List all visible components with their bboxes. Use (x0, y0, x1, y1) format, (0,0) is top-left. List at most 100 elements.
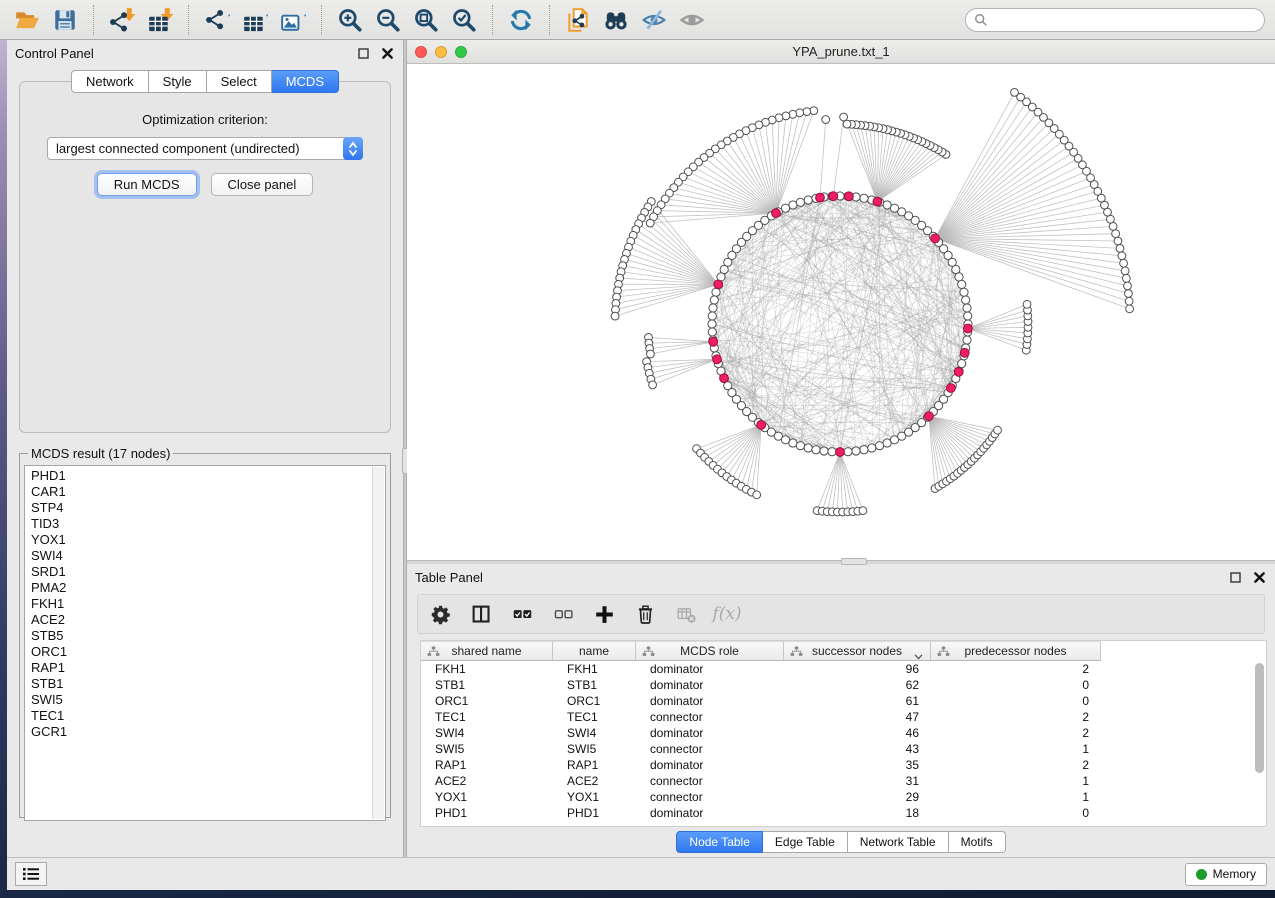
network-node[interactable] (611, 312, 619, 320)
mcds-node[interactable] (816, 193, 825, 202)
table-row[interactable]: YOX1YOX1connector291 (421, 789, 1266, 805)
network-node[interactable] (803, 108, 811, 116)
memory-button[interactable]: Memory (1185, 863, 1267, 886)
network-node[interactable] (843, 120, 851, 128)
result-node[interactable]: TID3 (31, 516, 385, 532)
tab-network-table[interactable]: Network Table (848, 831, 949, 853)
network-node[interactable] (883, 201, 891, 209)
result-node[interactable]: TEC1 (31, 708, 385, 724)
network-node[interactable] (649, 381, 657, 389)
result-node[interactable]: STB1 (31, 676, 385, 692)
find-network-button[interactable] (599, 4, 633, 36)
tab-mcds[interactable]: MCDS (272, 70, 339, 93)
select-all-button[interactable] (510, 602, 534, 626)
network-node[interactable] (860, 446, 868, 454)
network-node[interactable] (958, 280, 966, 288)
result-node[interactable]: FKH1 (31, 596, 385, 612)
result-node[interactable]: ORC1 (31, 644, 385, 660)
show-panels-button[interactable] (675, 4, 709, 36)
network-node[interactable] (646, 219, 654, 227)
float-panel-icon[interactable] (1227, 569, 1243, 585)
network-node[interactable] (822, 116, 830, 124)
refresh-button[interactable] (504, 4, 538, 36)
export-network-button[interactable] (200, 4, 234, 36)
float-panel-icon[interactable] (355, 45, 371, 61)
tab-motifs[interactable]: Motifs (949, 831, 1006, 853)
hide-panels-button[interactable] (637, 4, 671, 36)
column-header-MCDS-role[interactable]: MCDS role (636, 641, 784, 661)
network-node[interactable] (804, 444, 812, 452)
result-node[interactable]: RAP1 (31, 660, 385, 676)
mcds-node[interactable] (720, 374, 729, 383)
zoom-in-button[interactable] (333, 4, 367, 36)
result-node[interactable]: YOX1 (31, 532, 385, 548)
network-node[interactable] (852, 447, 860, 455)
network-node[interactable] (647, 350, 655, 358)
network-node[interactable] (820, 447, 828, 455)
network-node[interactable] (708, 320, 716, 328)
result-node[interactable]: SWI5 (31, 692, 385, 708)
network-node[interactable] (859, 507, 867, 515)
optimization-criterion-select[interactable]: largest connected component (undirected) (47, 137, 363, 160)
zoom-selected-button[interactable] (447, 4, 481, 36)
import-table-button[interactable] (143, 4, 177, 36)
result-node[interactable]: CAR1 (31, 484, 385, 500)
network-node[interactable] (753, 491, 761, 499)
network-node[interactable] (962, 296, 970, 304)
network-node[interactable] (1125, 297, 1133, 305)
table-row[interactable]: SWI4SWI4dominator462 (421, 725, 1266, 741)
delete-table-button[interactable] (674, 602, 698, 626)
export-table-button[interactable] (238, 4, 272, 36)
horizontal-splitter[interactable] (407, 560, 1275, 564)
column-header-name[interactable]: name (553, 641, 636, 661)
result-node[interactable]: PMA2 (31, 580, 385, 596)
result-node[interactable]: SRD1 (31, 564, 385, 580)
result-node[interactable]: STP4 (31, 500, 385, 516)
tab-network[interactable]: Network (71, 70, 149, 93)
show-columns-button[interactable] (469, 602, 493, 626)
network-node[interactable] (1118, 252, 1126, 260)
mcds-node[interactable] (829, 192, 838, 201)
network-node[interactable] (876, 442, 884, 450)
network-node[interactable] (812, 446, 820, 454)
network-node[interactable] (708, 312, 716, 320)
tab-style[interactable]: Style (149, 70, 207, 93)
network-node[interactable] (963, 336, 971, 344)
node-table[interactable]: shared namenameMCDS rolesuccessor nodesp… (420, 640, 1267, 827)
search-box[interactable] (965, 8, 1265, 32)
network-node[interactable] (994, 426, 1002, 434)
network-node[interactable] (963, 304, 971, 312)
clone-network-button[interactable] (561, 4, 595, 36)
mcds-result-list[interactable]: PHD1CAR1STP4TID3YOX1SWI4SRD1PMA2FKH1ACE2… (24, 465, 386, 821)
network-node[interactable] (840, 113, 848, 121)
network-node[interactable] (958, 360, 966, 368)
mcds-node[interactable] (714, 280, 723, 289)
network-node[interactable] (708, 328, 716, 336)
column-header-shared-name[interactable]: shared name (421, 641, 553, 661)
result-node[interactable]: STB5 (31, 628, 385, 644)
network-node[interactable] (709, 304, 717, 312)
close-panel-icon[interactable] (1251, 569, 1267, 585)
mcds-node[interactable] (960, 348, 969, 357)
mcds-node[interactable] (713, 355, 722, 364)
network-node[interactable] (796, 442, 804, 450)
result-node[interactable]: GCR1 (31, 724, 385, 740)
mcds-node[interactable] (925, 412, 934, 421)
table-row[interactable]: ORC1ORC1dominator610 (421, 693, 1266, 709)
mcds-node[interactable] (947, 384, 956, 393)
result-list-scrollbar[interactable] (372, 467, 384, 819)
table-row[interactable]: TEC1TEC1connector472 (421, 709, 1266, 725)
network-node[interactable] (1011, 89, 1019, 97)
network-node[interactable] (1023, 300, 1031, 308)
table-options-button[interactable] (428, 602, 452, 626)
network-node[interactable] (1112, 230, 1120, 238)
network-node[interactable] (712, 288, 720, 296)
mcds-node[interactable] (845, 192, 854, 201)
tab-node-table[interactable]: Node Table (676, 831, 763, 853)
result-node[interactable]: PHD1 (31, 468, 385, 484)
network-node[interactable] (1125, 290, 1133, 298)
network-node[interactable] (1109, 223, 1117, 231)
network-node[interactable] (1124, 282, 1132, 290)
column-header-successor-nodes[interactable]: successor nodes (784, 641, 931, 661)
column-header-predecessor-nodes[interactable]: predecessor nodes (931, 641, 1101, 661)
